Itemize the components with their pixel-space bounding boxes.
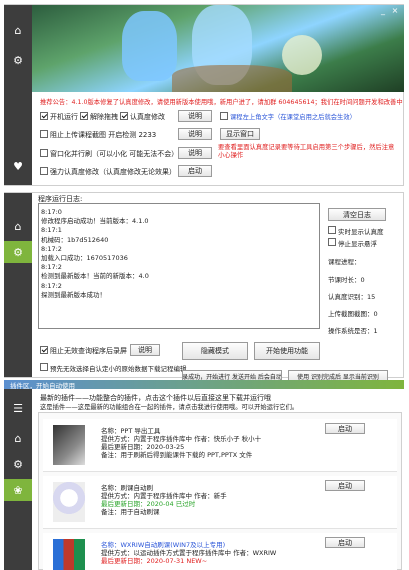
float-window-label: 停止显示悬浮: [338, 240, 377, 248]
log-line: 加载入口成功：1670517036: [41, 254, 128, 263]
log-line: 机械码：1b7d512640: [41, 235, 109, 244]
bottom-right-button[interactable]: 使用 识别完成后 显示当前识别: [288, 370, 388, 380]
hide-mode-button[interactable]: 隐藏模式: [182, 342, 248, 360]
sidebar-item-settings[interactable]: ⚙: [4, 453, 32, 475]
menu-icon: ☰: [13, 401, 23, 415]
watch-window-checkbox[interactable]: [40, 149, 48, 157]
block-debug-checkbox[interactable]: [40, 346, 48, 354]
watch-window-label: 窗口化并行刷（可以小化 可能无法不会）: [50, 150, 179, 158]
window-log: ⌂ ⚙ 程序运行日志: 8:17:0 修改程序启动成功！当前版本：4.1.0 8:1…: [0, 190, 409, 380]
upload-check-label: 阻止上传课程截图 开启检测 2233: [50, 131, 157, 139]
explain-button-2[interactable]: 说明: [178, 128, 212, 140]
course-progress: 课程进程：: [328, 258, 361, 266]
recognize-degree-label: 认真度修改: [130, 113, 165, 121]
heart-icon: ♥: [13, 159, 23, 173]
lesson-duration: 节课时长：0: [328, 276, 365, 284]
sidebar: ☰ ⌂ ⚙ ❀: [4, 389, 32, 570]
clear-log-button[interactable]: 清空日志: [328, 208, 386, 221]
sidebar-item-settings[interactable]: ⚙: [4, 241, 32, 263]
minimize-button[interactable]: _: [378, 7, 388, 15]
plugin-card: 名称：刷课自动刷 提供方式：内置于程序插件库中 作者：新手 最后更新日期：2020-…: [43, 476, 397, 529]
red-note-text: 要查看里面认真度记录要等待工具启用第三个步骤后，然后注意小心操作: [218, 144, 395, 159]
show-window-button[interactable]: 显示窗口: [220, 128, 260, 140]
desktop-text-label: 课程左上角文字（在课堂启用之后就会生效）: [230, 114, 356, 121]
upload-check-checkbox[interactable]: [40, 130, 48, 138]
menu-icon-button[interactable]: ☰: [4, 397, 32, 419]
startup-button[interactable]: 启动: [178, 165, 212, 177]
home-icon: ⌂: [14, 219, 22, 233]
show-realtime-checkbox[interactable]: [328, 226, 336, 234]
bottom-left-button[interactable]: 登录成功，开始进行 发送开始 后会自动刷: [182, 370, 282, 380]
plugin-desc: 备注：用于刷新后得到能课件下载的 PPT,PPTX 文件: [101, 451, 253, 459]
plugin-launch-button[interactable]: 启动: [325, 537, 365, 548]
log-lines: 8:17:0 修改程序启动成功！当前版本：4.1.0 8:17:1 机械码：1b7d5…: [41, 208, 317, 300]
plugin-card: 名称：WXRIW自动刷课(WIN7及以上专用) 提供方式：以运动插件方式置于程序插…: [43, 533, 397, 570]
recognize-degree-checkbox[interactable]: [120, 112, 128, 120]
recognize-count: 认真度识别：15: [328, 293, 376, 301]
window-plugins: 插件区，开始自动使用 ☰ ⌂ ⚙ ❀ 最新的插件——功能整合的插件，点击这个插件…: [0, 380, 409, 570]
home-icon: ⌂: [14, 431, 22, 445]
sidebar-item-settings[interactable]: ⚙: [4, 49, 32, 71]
plugin-thumbnail: [53, 539, 85, 570]
close-button[interactable]: ×: [390, 7, 400, 15]
show-realtime-label: 实时显示认真度: [338, 228, 384, 236]
log-box: 8:17:0 修改程序启动成功！当前版本：4.1.0 8:17:1 机械码：1b7d5…: [38, 203, 320, 329]
plugin-thumbnail: [53, 482, 85, 522]
gear-icon: ⚙: [13, 245, 23, 259]
exec-count: 操作系统是否：1: [328, 327, 378, 335]
sidebar: ⌂ ⚙: [4, 193, 32, 377]
puzzle-icon: ❀: [13, 483, 23, 497]
plugin-updated: 最后更新日期：2020-07-31 NEW~: [101, 557, 208, 565]
gear-icon: ⚙: [13, 457, 23, 471]
log-line: 修改程序启动成功！当前版本：4.1.0: [41, 217, 149, 226]
log-line: 检测到最新版本！当前的新版本：4.0: [41, 272, 149, 281]
log-line: 8:17:1: [41, 226, 62, 235]
plugin-intro-2: 这是插件——这是最新的功能组合在一起的插件，请点击我进行使用哦。可以开始运行它们…: [40, 404, 299, 411]
desktop-text-checkbox[interactable]: [220, 112, 228, 120]
force-cn-label: 强力认真度修改（认真度修改无论效果）: [50, 168, 176, 176]
plugin-launch-button[interactable]: 启动: [325, 423, 365, 434]
notice-text: 推荐公告：4.1.0版本修复了认真度修改，请使用新版本使用哦，新用户进了，请加群…: [40, 99, 403, 106]
gear-icon: ⚙: [13, 53, 23, 67]
block-debug-label: 阻止无效查询程序后录屏: [50, 347, 127, 355]
log-line: 8:17:2: [41, 281, 62, 290]
sidebar-item-plugins[interactable]: ❀: [4, 479, 32, 501]
plugin-desc: 备注：用于自动刷课: [101, 508, 160, 516]
preload-label: 预先无效选择自认定小的原始数据下载记程编辑: [50, 365, 187, 373]
float-window-checkbox[interactable]: [328, 238, 336, 246]
auto-start-checkbox[interactable]: [40, 112, 48, 120]
force-cn-checkbox[interactable]: [40, 167, 48, 175]
plugin-list: 名称：PPT 导出工具 提供方式：内置于程序插件库中 作者：快乐小子 秋小十 最后更…: [38, 412, 402, 570]
preload-checkbox[interactable]: [40, 363, 48, 371]
open-features-button[interactable]: 开始使用功能: [254, 342, 320, 360]
screenshot-count: 上传截图截图：0: [328, 310, 378, 318]
log-line: 8:17:2: [41, 244, 62, 253]
plugin-launch-button[interactable]: 启动: [325, 480, 365, 491]
banner-image: [32, 5, 404, 92]
enable-drag-checkbox[interactable]: [80, 112, 88, 120]
enable-drag-label: 解除拖拽: [90, 113, 118, 121]
plugin-thumbnail: [53, 425, 85, 465]
explain-button-3[interactable]: 说明: [178, 147, 212, 159]
sidebar: ⌂ ⚙ ♥: [4, 5, 32, 185]
sidebar-item-home[interactable]: ⌂: [4, 427, 32, 449]
home-icon: ⌂: [14, 23, 22, 37]
explain-button-1[interactable]: 说明: [178, 110, 212, 122]
window-main: _ × ⌂ ⚙ ♥ 推荐公告：4.1.0版本修复了认真度修改，请使用新版本使用哦…: [0, 0, 409, 190]
plugin-card: 名称：PPT 导出工具 提供方式：内置于程序插件库中 作者：快乐小子 秋小十 最后更…: [43, 419, 397, 472]
explain-button[interactable]: 说明: [130, 344, 160, 356]
sidebar-item-home[interactable]: ⌂: [4, 19, 32, 41]
sidebar-item-favorite[interactable]: ♥: [4, 155, 32, 177]
log-line: 探测到最新版本成功！: [41, 290, 106, 299]
log-line: 8:17:0: [41, 208, 62, 216]
auto-start-label: 开机运行: [50, 113, 78, 121]
sidebar-item-home[interactable]: ⌂: [4, 215, 32, 237]
